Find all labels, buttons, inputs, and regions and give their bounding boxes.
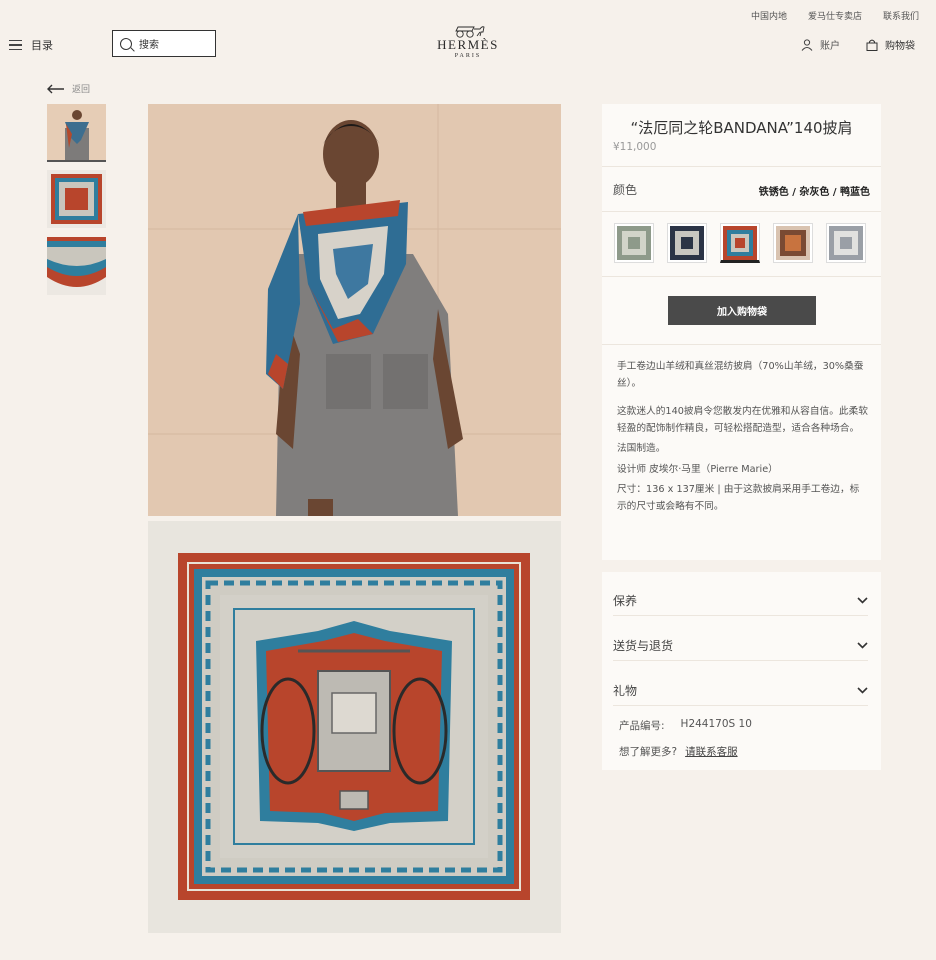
accordion-gift[interactable]: 礼物 — [613, 682, 868, 699]
product-card: “法厄同之轮BANDANA”140披肩 ¥11,000 颜色 铁锈色 / 杂灰色… — [602, 104, 881, 560]
accordion-delivery-label: 送货与退货 — [613, 639, 674, 653]
description-origin: 法国制造。 — [617, 443, 666, 454]
product-code-value: H244170S 10 — [680, 718, 752, 730]
color-swatches — [614, 223, 866, 263]
thumbnail-scarf-detail[interactable] — [47, 237, 106, 295]
divider — [602, 344, 881, 345]
user-icon — [801, 38, 813, 51]
arrow-left-icon — [47, 84, 64, 93]
back-button[interactable]: 返回 — [46, 82, 90, 95]
accordion-gift-label: 礼物 — [613, 684, 638, 698]
product-photo-scarf — [148, 521, 561, 933]
brand-logo[interactable]: HERMÈS PARIS — [430, 24, 506, 60]
add-to-cart-button[interactable]: 加入购物袋 — [668, 296, 816, 325]
accordion-care[interactable]: 保养 — [613, 592, 868, 609]
description-size: 尺寸：136 x 137厘米 | 由于这款披肩采用手工卷边，标示的尺寸或会略有不… — [617, 484, 860, 512]
accordion-delivery[interactable]: 送货与退货 — [613, 637, 868, 654]
divider — [613, 705, 868, 706]
region-link[interactable]: 中国内地 — [751, 9, 787, 22]
cart-label: 购物袋 — [885, 41, 915, 52]
info-accordion: 保养 送货与退货 礼物 产品编号: H244170S 10 想了解更多? 请联系… — [602, 572, 881, 770]
swatch-rust-teal[interactable] — [720, 223, 760, 263]
divider — [602, 211, 881, 212]
divider — [613, 615, 868, 616]
menu-label: 目录 — [31, 39, 53, 52]
divider — [613, 660, 868, 661]
product-description: 手工卷边山羊绒和真丝混纺披肩（70%山羊绒，30%桑蚕丝）。 这款迷人的140披… — [617, 359, 869, 515]
contact-row: 想了解更多? 请联系客服 — [619, 744, 738, 759]
thumbnail-scarf-flat[interactable] — [47, 170, 106, 228]
search-icon — [120, 37, 132, 50]
brand-city: PARIS — [454, 53, 482, 59]
menu-button[interactable]: 目录 — [9, 37, 53, 53]
brand-name: HERMÈS — [437, 37, 499, 52]
search-placeholder: 搜索 — [139, 40, 159, 51]
hamburger-icon — [9, 40, 22, 50]
color-value: 铁锈色 / 杂灰色 / 鸭蓝色 — [758, 187, 870, 198]
description-intro: 这款迷人的140披肩令您散发内在优雅和从容自信。此柔软轻盈的配饰制作精良，可轻松… — [617, 406, 868, 434]
product-title: “法厄同之轮BANDANA”140披肩 — [630, 119, 853, 137]
divider — [602, 276, 881, 277]
utility-links: 中国内地 爱马仕专卖店 联系我们 — [751, 9, 919, 22]
product-code: 产品编号: H244170S 10 — [619, 718, 752, 733]
account-button[interactable]: 账户 — [801, 37, 840, 52]
color-label: 颜色 — [613, 183, 638, 197]
thumbnail-model[interactable] — [47, 104, 106, 162]
chevron-down-icon — [857, 687, 868, 694]
more-question: 想了解更多? — [619, 746, 678, 758]
search-input[interactable]: 搜索 — [112, 30, 216, 57]
description-designer: 设计师 皮埃尔·马里（Pierre Marie） — [617, 463, 778, 475]
chevron-down-icon — [857, 642, 868, 649]
swatch-navy[interactable] — [667, 223, 707, 263]
swatch-grey[interactable] — [826, 223, 866, 263]
carriage-icon — [455, 26, 485, 38]
bag-icon — [866, 39, 878, 51]
contact-service-link[interactable]: 请联系客服 — [685, 744, 738, 759]
swatch-sage[interactable] — [614, 223, 654, 263]
product-price: ¥11,000 — [613, 141, 657, 153]
divider — [602, 166, 881, 167]
product-photo-model — [148, 104, 561, 516]
chevron-down-icon — [857, 597, 868, 604]
contact-link[interactable]: 联系我们 — [883, 9, 919, 22]
back-label: 返回 — [72, 85, 91, 95]
description-material: 手工卷边山羊绒和真丝混纺披肩（70%山羊绒，30%桑蚕丝）。 — [617, 361, 864, 389]
product-code-label: 产品编号: — [619, 720, 665, 732]
accordion-care-label: 保养 — [613, 594, 638, 608]
cart-button[interactable]: 购物袋 — [866, 37, 915, 52]
stores-link[interactable]: 爱马仕专卖店 — [808, 9, 862, 22]
swatch-brown[interactable] — [773, 223, 813, 263]
account-label: 账户 — [820, 41, 840, 52]
